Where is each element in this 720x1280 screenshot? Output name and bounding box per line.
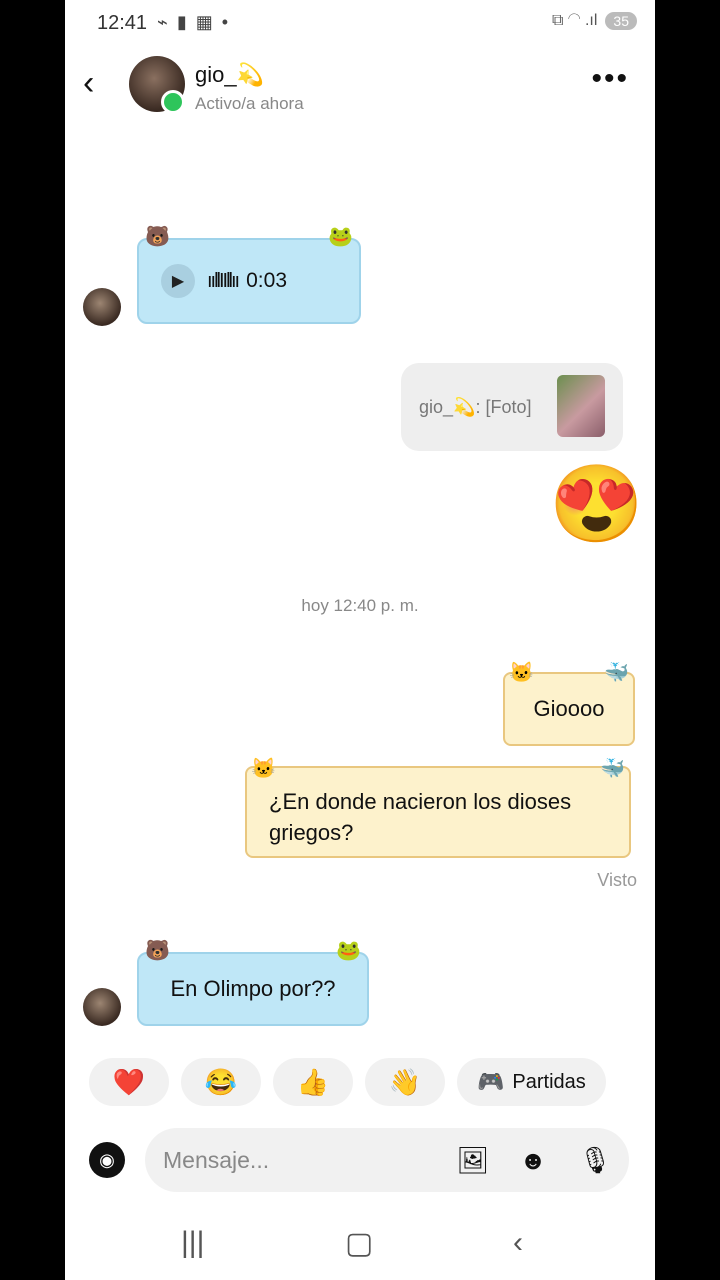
- sticker-icon[interactable]: ☻: [515, 1142, 551, 1178]
- back-icon[interactable]: ‹: [83, 66, 94, 100]
- quick-wave-button[interactable]: 👋: [365, 1058, 445, 1106]
- more-options-icon[interactable]: •••: [591, 62, 629, 96]
- status-system-icons: ⧉ ◠ .ıl 35: [552, 12, 637, 30]
- reply-preview-text: gio_💫: [Foto]: [419, 397, 532, 417]
- status-notification-icons: ⌁ ▮ ▦ •: [157, 12, 231, 32]
- message-text: Gioooo: [533, 696, 605, 721]
- bubble-decoration-icon: 🐻: [145, 226, 170, 248]
- quick-thumbs-up-button[interactable]: 👍: [273, 1058, 353, 1106]
- outgoing-message[interactable]: 🐱 🐳 Gioooo: [503, 662, 635, 746]
- bubble-decoration-icon: 🐳: [600, 758, 625, 780]
- voice-message-bubble[interactable]: 🐻 🐸 ▶ ııllIIllıı 0:03: [137, 226, 361, 324]
- contact-name[interactable]: gio_💫: [195, 62, 264, 88]
- quick-reactions-bar: ❤️ 😂 👍 👋 🎮 Partidas: [89, 1058, 606, 1106]
- online-status-dot: [161, 90, 185, 114]
- camera-icon[interactable]: ◉: [89, 1142, 125, 1178]
- incoming-message[interactable]: 🐻 🐸 En Olimpo por??: [137, 940, 369, 1026]
- sender-avatar[interactable]: [83, 988, 121, 1026]
- heart-eyes-emoji-message[interactable]: 😍: [549, 460, 644, 550]
- audio-waveform: ııllIIllıı: [207, 269, 240, 292]
- sender-avatar[interactable]: [83, 288, 121, 326]
- bubble-decoration-icon: 🐱: [251, 758, 276, 780]
- contact-activity-status: Activo/a ahora: [195, 94, 304, 113]
- message-text: ¿En donde nacieron los dioses griegos?: [269, 789, 572, 845]
- bubble-decoration-icon: 🐱: [509, 662, 534, 684]
- play-icon[interactable]: ▶: [161, 264, 195, 298]
- games-label: Partidas: [512, 1070, 586, 1093]
- seen-receipt: Visto: [597, 870, 637, 890]
- message-text: En Olimpo por??: [170, 976, 336, 1001]
- chat-screen: 12:41 ⌁ ▮ ▦ • ⧉ ◠ .ıl 35 ‹ gio_💫 Activo/…: [65, 0, 655, 1280]
- bubble-decoration-icon: 🐸: [336, 940, 361, 962]
- nav-back-icon[interactable]: ‹: [513, 1226, 523, 1260]
- status-time: 12:41: [97, 12, 148, 34]
- photo-thumbnail[interactable]: [557, 375, 605, 437]
- message-input[interactable]: Mensaje... 🖼 ☻ 🎙: [145, 1128, 629, 1192]
- connectivity-icons: ⧉ ◠ .ıl: [552, 12, 598, 29]
- message-timestamp: hoy 12:40 p. m.: [301, 596, 419, 615]
- outgoing-message[interactable]: 🐱 🐳 ¿En donde nacieron los dioses griego…: [245, 758, 631, 858]
- voice-duration: 0:03: [246, 269, 287, 292]
- recent-apps-icon[interactable]: |||: [181, 1226, 204, 1260]
- gallery-icon[interactable]: 🖼: [455, 1142, 491, 1178]
- games-button[interactable]: 🎮 Partidas: [457, 1058, 606, 1106]
- bubble-decoration-icon: 🐳: [604, 662, 629, 684]
- bubble-decoration-icon: 🐻: [145, 940, 170, 962]
- microphone-icon[interactable]: 🎙: [577, 1142, 613, 1178]
- quick-laugh-button[interactable]: 😂: [181, 1058, 261, 1106]
- gamepad-icon: 🎮: [477, 1069, 505, 1094]
- bubble-decoration-icon: 🐸: [328, 226, 353, 248]
- battery-indicator: 35: [605, 12, 637, 30]
- home-icon[interactable]: ▢: [345, 1226, 373, 1261]
- quick-heart-button[interactable]: ❤️: [89, 1058, 169, 1106]
- message-placeholder: Mensaje...: [163, 1147, 270, 1173]
- reply-preview-card[interactable]: gio_💫: [Foto]: [401, 363, 623, 451]
